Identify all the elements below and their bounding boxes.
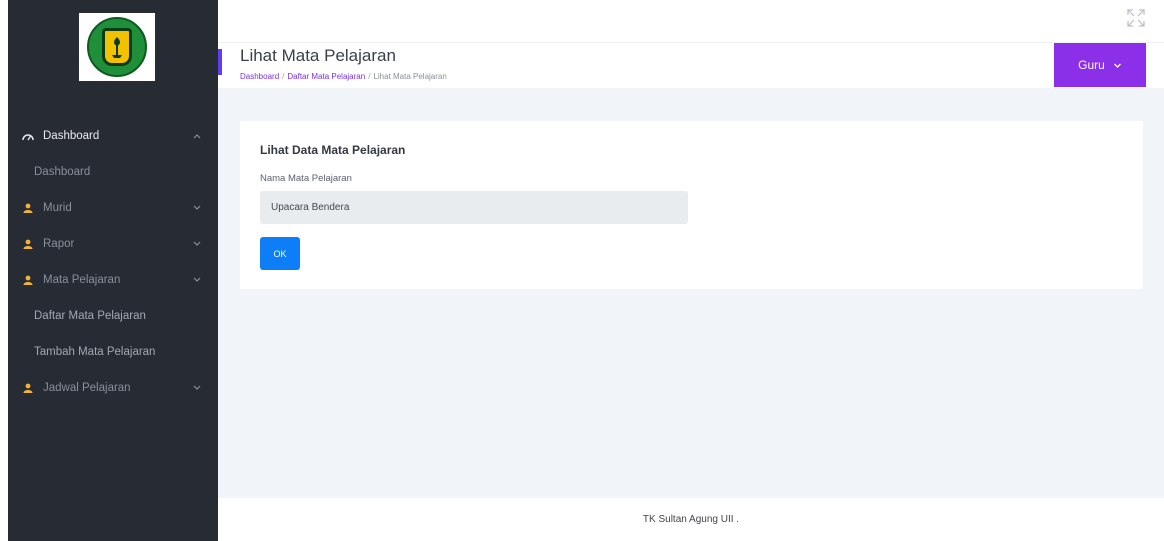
chevron-down-icon[interactable] [192,203,202,213]
page-header: Lihat Mata Pelajaran Dashboard / Daftar Ma… [218,42,1164,88]
header-accent-bar [218,49,222,75]
sidebar: Dashboard Dashboard Murid Rapor Mata Pel… [8,0,218,541]
sidebar-subitem-label: Tambah Mata Pelajaran [34,346,156,358]
user-menu-label: Guru [1078,58,1105,72]
sidebar-item-mata-pelajaran[interactable]: Mata Pelajaran [8,262,218,298]
logo-emblem [87,17,147,77]
sidebar-item-label: Mata Pelajaran [43,274,121,286]
fullscreen-icon[interactable] [1126,8,1146,28]
sidebar-item-label: Dashboard [43,130,100,142]
breadcrumb-current: Lihat Mata Pelajaran [373,72,447,81]
sidebar-item-jadwal-pelajaran[interactable]: Jadwal Pelajaran [8,370,218,406]
sidebar-item-label: Rapor [43,238,75,250]
sidebar-subitem-dashboard[interactable]: Dashboard [8,154,218,190]
footer: TK Sultan Agung UII . [218,498,1164,541]
page-title: Lihat Mata Pelajaran [240,46,396,65]
subject-name-field[interactable] [260,191,688,224]
dashboard-icon [22,130,34,142]
ok-button[interactable]: OK [260,237,300,270]
user-icon [22,238,34,250]
user-icon [22,202,34,214]
logo-shield-icon [102,28,132,66]
main-content: Lihat Data Mata Pelajaran Nama Mata Pela… [218,88,1164,498]
breadcrumb-separator: / [282,72,285,81]
chevron-down-icon[interactable] [192,239,202,249]
user-menu-button[interactable]: Guru [1054,43,1146,87]
sidebar-item-label: Murid [43,202,72,214]
chevron-down-icon[interactable] [192,275,202,285]
top-bar [218,0,1164,42]
breadcrumb-daftar-link[interactable]: Daftar Mata Pelajaran [287,72,365,81]
breadcrumb-separator: / [368,72,371,81]
breadcrumb-dashboard-link[interactable]: Dashboard [240,72,279,81]
sidebar-item-label: Jadwal Pelajaran [43,382,131,394]
card-title: Lihat Data Mata Pelajaran [260,143,406,157]
subject-name-label: Nama Mata Pelajaran [260,173,352,184]
chevron-up-icon[interactable] [192,131,202,141]
user-icon [22,382,34,394]
sidebar-nav: Dashboard Dashboard Murid Rapor Mata Pel… [8,118,218,406]
footer-text: TK Sultan Agung UII . [642,514,740,525]
sidebar-subitem-label: Dashboard [34,166,91,178]
sidebar-subitem-tambah-mata-pelajaran[interactable]: Tambah Mata Pelajaran [8,334,218,370]
chevron-down-icon [1113,61,1122,70]
sidebar-subitem-label: Daftar Mata Pelajaran [34,310,146,322]
sidebar-item-murid[interactable]: Murid [8,190,218,226]
school-logo[interactable] [79,13,155,81]
subject-detail-card: Lihat Data Mata Pelajaran Nama Mata Pela… [240,121,1143,289]
chevron-down-icon[interactable] [192,383,202,393]
sidebar-item-rapor[interactable]: Rapor [8,226,218,262]
sidebar-item-dashboard[interactable]: Dashboard [8,118,218,154]
user-icon [22,274,34,286]
breadcrumb: Dashboard / Daftar Mata Pelajaran / Lihat Ma… [240,72,447,81]
sidebar-subitem-daftar-mata-pelajaran[interactable]: Daftar Mata Pelajaran [8,298,218,334]
